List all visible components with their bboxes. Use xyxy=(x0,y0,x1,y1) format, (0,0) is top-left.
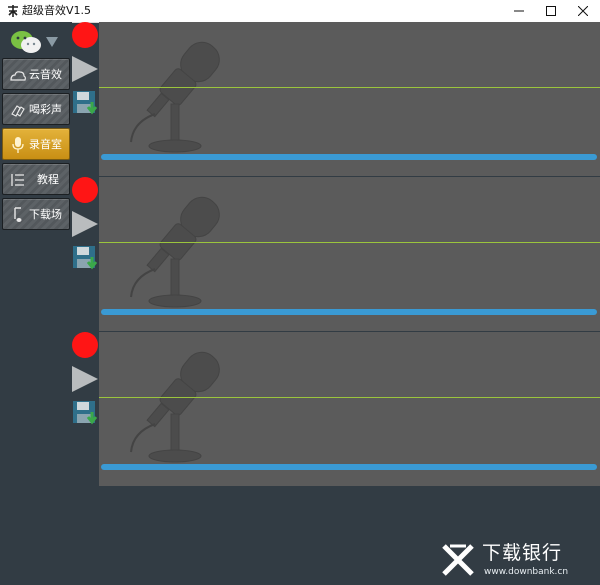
maximize-button[interactable] xyxy=(534,0,568,22)
record-button[interactable] xyxy=(72,177,98,203)
play-button[interactable] xyxy=(72,211,98,237)
minimize-icon xyxy=(514,10,524,12)
app-logo-icon xyxy=(8,5,18,17)
watermark-text: 下载银行 xyxy=(482,542,563,564)
track-panel-3[interactable] xyxy=(99,332,600,486)
microphone-icon xyxy=(130,351,220,463)
cloud-icon xyxy=(10,71,26,81)
record-button[interactable] xyxy=(72,332,98,358)
microphone-icon xyxy=(130,41,220,153)
wechat-icon[interactable] xyxy=(10,30,42,54)
record-button[interactable] xyxy=(72,22,98,48)
sidebar-item-label: 教程 xyxy=(37,173,59,186)
close-icon xyxy=(578,6,588,16)
close-button[interactable] xyxy=(566,0,600,22)
save-icon[interactable] xyxy=(72,90,98,116)
sidebar-item-label: 喝彩声 xyxy=(29,103,62,116)
waveform-baseline xyxy=(99,397,600,398)
sidebar-item-recording-studio[interactable]: 录音室 xyxy=(2,128,70,160)
sidebar-item-label: 下载场 xyxy=(29,208,62,221)
track-panel-1[interactable] xyxy=(99,22,600,176)
progress-bar[interactable] xyxy=(101,154,597,160)
sidebar-item-label: 云音效 xyxy=(29,68,62,81)
progress-bar[interactable] xyxy=(101,309,597,315)
maximize-icon xyxy=(546,6,556,16)
play-button[interactable] xyxy=(72,366,98,392)
sidebar-item-download[interactable]: 下载场 xyxy=(2,198,70,230)
watermark: 下载银行 www.downbank.cn xyxy=(436,540,596,580)
chevron-down-icon[interactable] xyxy=(46,37,58,47)
microphone-icon xyxy=(12,137,24,153)
sidebar-item-cloud-effects[interactable]: 云音效 xyxy=(2,58,70,90)
music-note-icon xyxy=(14,207,22,222)
sidebar-item-applause[interactable]: 喝彩声 xyxy=(2,93,70,125)
minimize-button[interactable] xyxy=(502,0,536,22)
sidebar-item-tutorial[interactable]: 教程 xyxy=(2,163,70,195)
microphone-icon xyxy=(130,196,220,308)
sidebar: 云音效 喝彩声 录音室 教程 下载场 xyxy=(0,22,72,585)
save-icon[interactable] xyxy=(72,400,98,426)
watermark-url: www.downbank.cn xyxy=(484,567,569,577)
watermark-logo-icon xyxy=(442,544,474,576)
applause-icon xyxy=(11,105,25,117)
list-icon xyxy=(11,174,24,186)
waveform-baseline xyxy=(99,87,600,88)
sidebar-item-label: 录音室 xyxy=(29,138,62,151)
play-button[interactable] xyxy=(72,56,98,82)
waveform-baseline xyxy=(99,242,600,243)
progress-bar[interactable] xyxy=(101,464,597,470)
track-panel-2[interactable] xyxy=(99,177,600,331)
save-icon[interactable] xyxy=(72,245,98,271)
title-bar: 超级音效V1.5 xyxy=(0,0,600,23)
window-title: 超级音效V1.5 xyxy=(22,4,92,17)
